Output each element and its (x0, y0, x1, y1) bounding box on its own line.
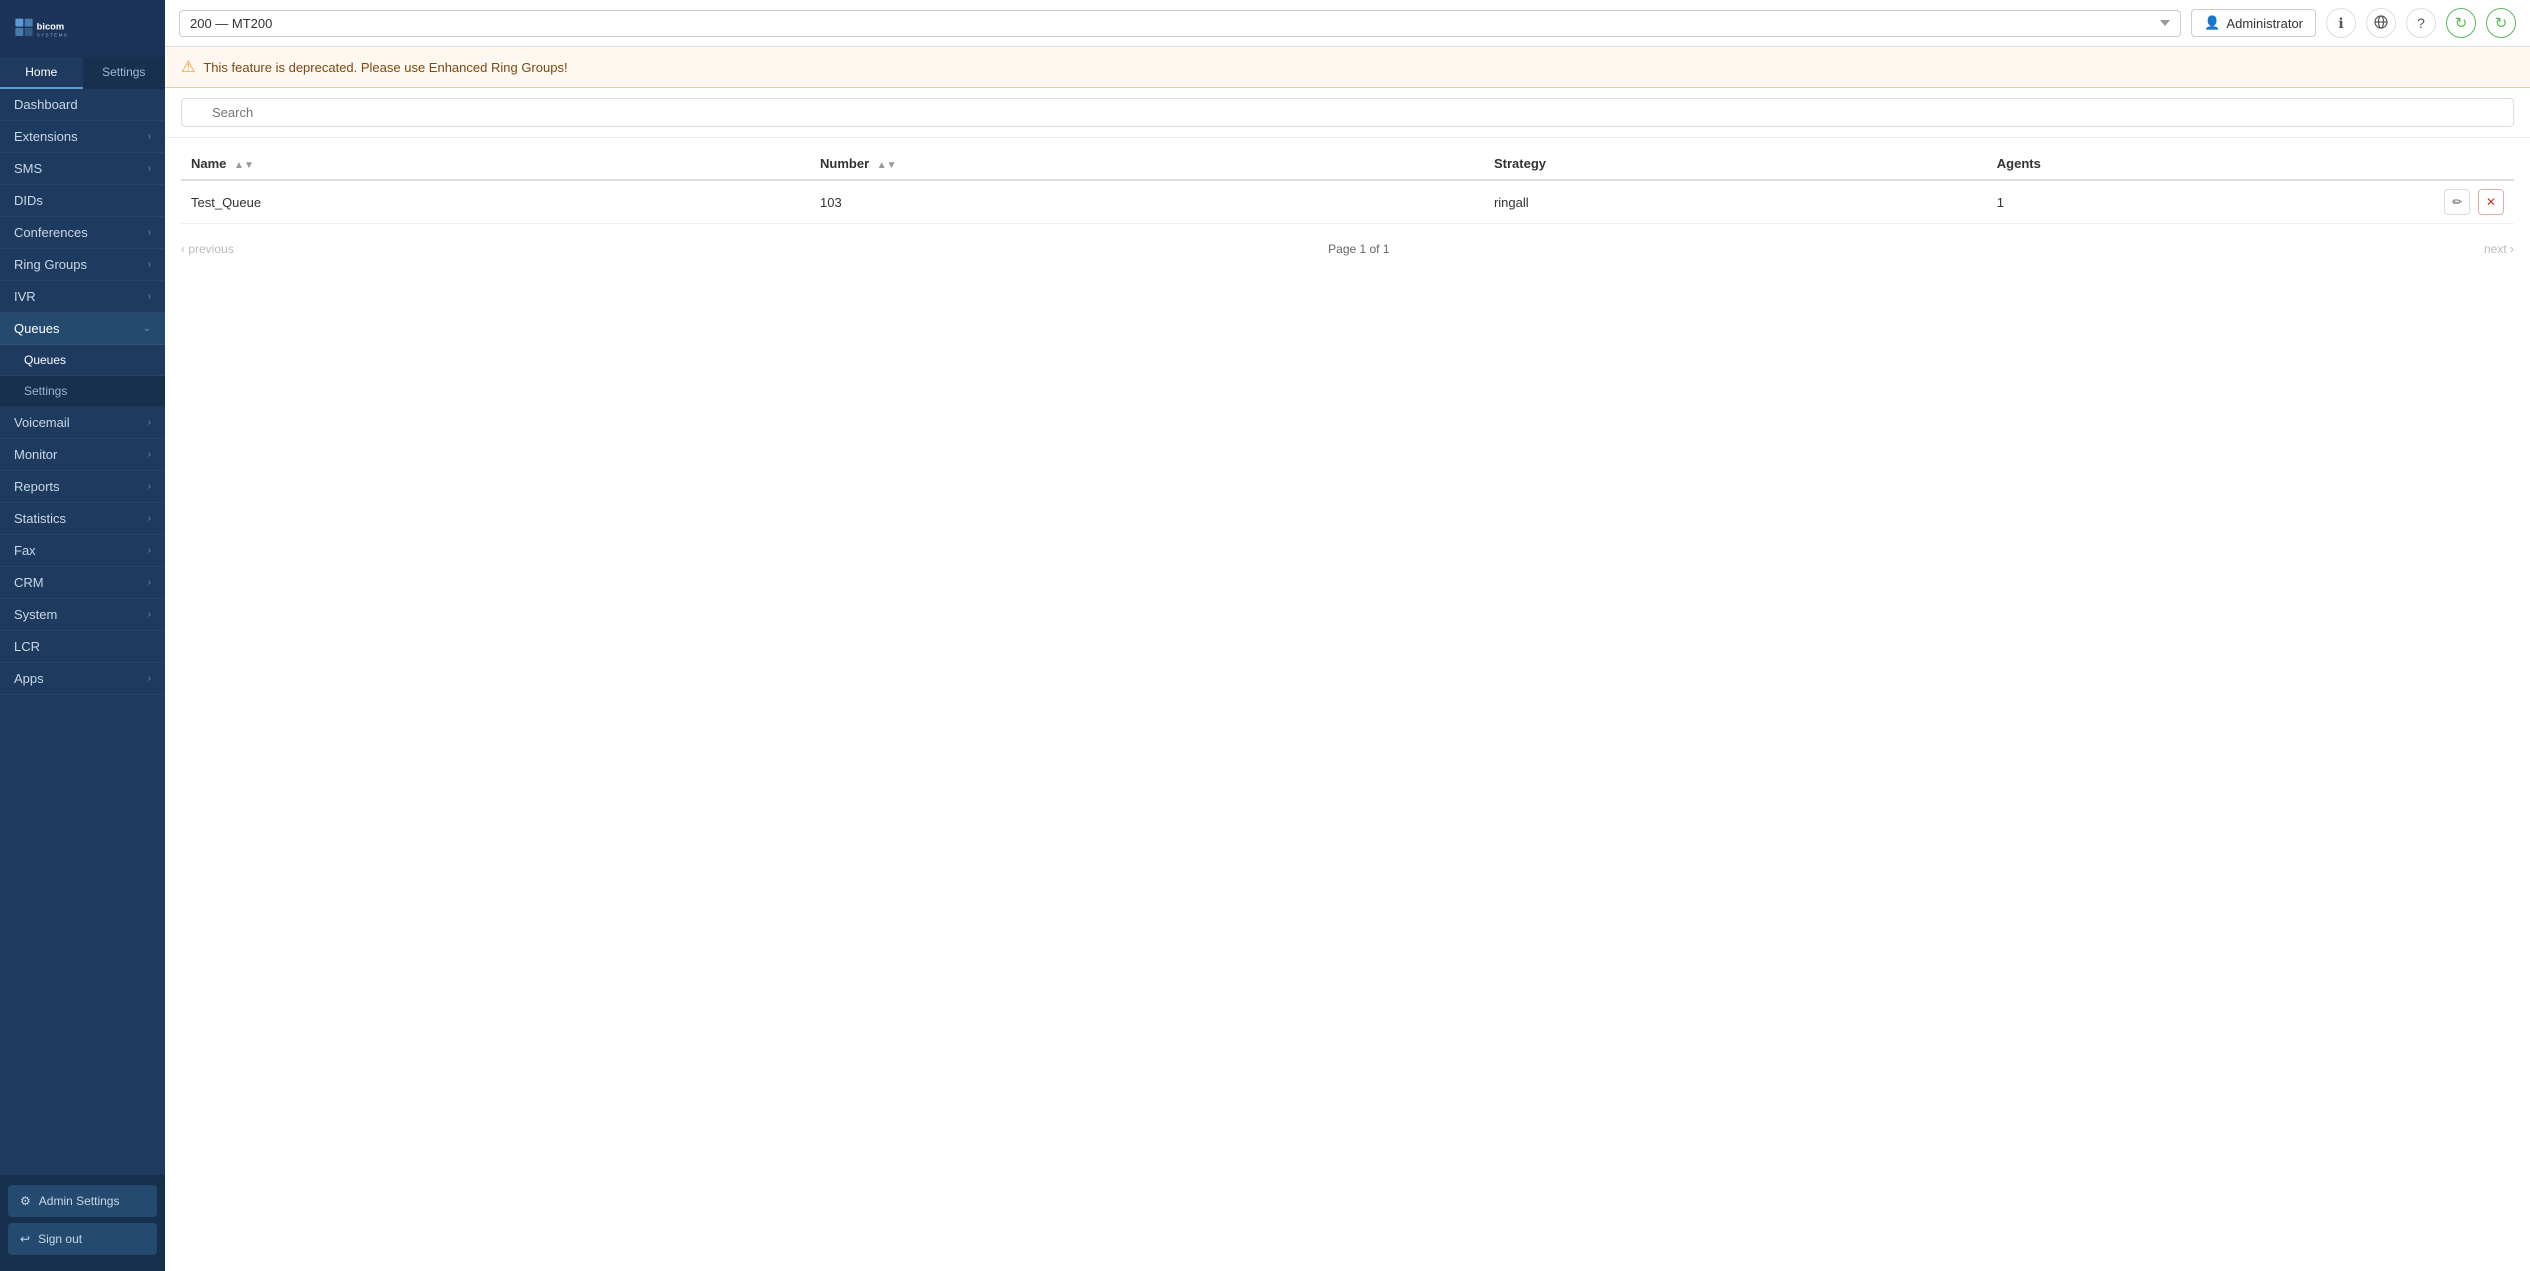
svg-text:SYSTEMS: SYSTEMS (37, 33, 69, 38)
search-bar: 🔍 (165, 88, 2530, 138)
sidebar-item-lcr[interactable]: LCR (0, 631, 165, 663)
next-page-link[interactable]: next › (2484, 242, 2514, 256)
logo: bicom SYSTEMS (0, 0, 165, 57)
sign-out-button[interactable]: ↩ Sign out (8, 1223, 157, 1255)
refresh-all-icon: ↻ (2495, 14, 2508, 32)
admin-settings-button[interactable]: ⚙ Admin Settings (8, 1185, 157, 1217)
sidebar-item-voicemail[interactable]: Voicemail › (0, 407, 165, 439)
column-header-number[interactable]: Number ▲▼ (810, 148, 1484, 180)
cell-strategy: ringall (1484, 180, 1987, 224)
info-icon-button[interactable]: ℹ (2326, 8, 2356, 38)
sidebar-item-fax[interactable]: Fax › (0, 535, 165, 567)
chevron-right-icon: › (148, 291, 151, 302)
sidebar-item-extensions[interactable]: Extensions › (0, 121, 165, 153)
edit-button[interactable]: ✏ (2444, 189, 2470, 215)
sidebar-item-dids[interactable]: DIDs (0, 185, 165, 217)
sidebar-item-dashboard[interactable]: Dashboard (0, 89, 165, 121)
gear-icon: ⚙ (20, 1194, 31, 1208)
column-header-strategy: Strategy (1484, 148, 1987, 180)
cell-actions: ✏ ✕ (2434, 180, 2514, 224)
page-info: Page 1 of 1 (1328, 242, 1389, 256)
sidebar-item-queues[interactable]: Queues ⌄ (0, 313, 165, 345)
sidebar-item-settings-sub[interactable]: Settings (0, 376, 165, 407)
chevron-right-icon: › (148, 577, 151, 588)
signout-icon: ↩ (20, 1232, 30, 1246)
chevron-right-icon: › (148, 227, 151, 238)
administrator-button[interactable]: 👤 Administrator (2191, 9, 2316, 37)
chevron-right-icon: › (148, 131, 151, 142)
sidebar-item-reports[interactable]: Reports › (0, 471, 165, 503)
tab-home[interactable]: Home (0, 57, 83, 89)
sort-icon-number: ▲▼ (877, 160, 897, 171)
previous-page-link[interactable]: ‹ previous (181, 242, 234, 256)
sidebar-item-monitor[interactable]: Monitor › (0, 439, 165, 471)
chevron-right-icon: › (148, 609, 151, 620)
warning-icon: ⚠ (181, 57, 195, 77)
svg-text:bicom: bicom (37, 21, 64, 31)
sidebar-bottom: ⚙ Admin Settings ↩ Sign out (0, 1175, 165, 1271)
table-header-row: Name ▲▼ Number ▲▼ Strategy Agents (181, 148, 2514, 180)
chevron-right-icon: › (148, 673, 151, 684)
search-wrapper: 🔍 (181, 98, 2514, 127)
pagination: ‹ previous Page 1 of 1 next › (165, 234, 2530, 264)
sidebar-item-sms[interactable]: SMS › (0, 153, 165, 185)
globe-icon (2374, 15, 2388, 32)
column-header-agents: Agents (1987, 148, 2434, 180)
cell-number: 103 (810, 180, 1484, 224)
refresh-icon-button[interactable]: ↻ (2446, 8, 2476, 38)
delete-button[interactable]: ✕ (2478, 189, 2504, 215)
tab-settings[interactable]: Settings (83, 57, 166, 89)
sidebar-item-system[interactable]: System › (0, 599, 165, 631)
user-icon: 👤 (2204, 15, 2220, 31)
table-body: Test_Queue 103 ringall 1 ✏ ✕ (181, 180, 2514, 224)
sidebar-item-ring-groups[interactable]: Ring Groups › (0, 249, 165, 281)
table-row: Test_Queue 103 ringall 1 ✏ ✕ (181, 180, 2514, 224)
refresh-all-icon-button[interactable]: ↻ (2486, 8, 2516, 38)
sort-icon-name: ▲▼ (234, 160, 254, 171)
main-content: 200 — MT200 👤 Administrator ℹ ? ↻ ↻ (165, 0, 2530, 1271)
queues-table: Name ▲▼ Number ▲▼ Strategy Agents (181, 148, 2514, 224)
tenant-select[interactable]: 200 — MT200 (179, 10, 2181, 37)
column-header-actions (2434, 148, 2514, 180)
sidebar-item-apps[interactable]: Apps › (0, 663, 165, 695)
column-header-name[interactable]: Name ▲▼ (181, 148, 810, 180)
table-container: Name ▲▼ Number ▲▼ Strategy Agents (165, 138, 2530, 234)
refresh-icon: ↻ (2455, 14, 2468, 32)
chevron-right-icon: › (148, 163, 151, 174)
sidebar-tabs: Home Settings (0, 57, 165, 89)
cell-name: Test_Queue (181, 180, 810, 224)
chevron-down-icon: ⌄ (143, 323, 151, 334)
sidebar-item-statistics[interactable]: Statistics › (0, 503, 165, 535)
chevron-right-icon: › (148, 449, 151, 460)
info-icon: ℹ (2338, 15, 2343, 32)
deprecation-text: This feature is deprecated. Please use E… (203, 60, 567, 75)
sidebar: bicom SYSTEMS Home Settings Dashboard Ex… (0, 0, 165, 1271)
sidebar-item-conferences[interactable]: Conferences › (0, 217, 165, 249)
search-input[interactable] (181, 98, 2514, 127)
header: 200 — MT200 👤 Administrator ℹ ? ↻ ↻ (165, 0, 2530, 47)
globe-icon-button[interactable] (2366, 8, 2396, 38)
help-icon-button[interactable]: ? (2406, 8, 2436, 38)
sidebar-item-crm[interactable]: CRM › (0, 567, 165, 599)
chevron-right-icon: › (148, 513, 151, 524)
deprecation-warning: ⚠ This feature is deprecated. Please use… (165, 47, 2530, 88)
sidebar-item-queues-sub[interactable]: Queues (0, 345, 165, 376)
content-area: ⚠ This feature is deprecated. Please use… (165, 47, 2530, 1271)
chevron-right-icon: › (148, 417, 151, 428)
cell-agents: 1 (1987, 180, 2434, 224)
chevron-right-icon: › (148, 259, 151, 270)
sidebar-item-ivr[interactable]: IVR › (0, 281, 165, 313)
chevron-right-icon: › (148, 481, 151, 492)
chevron-right-icon: › (148, 545, 151, 556)
question-icon: ? (2417, 15, 2425, 31)
